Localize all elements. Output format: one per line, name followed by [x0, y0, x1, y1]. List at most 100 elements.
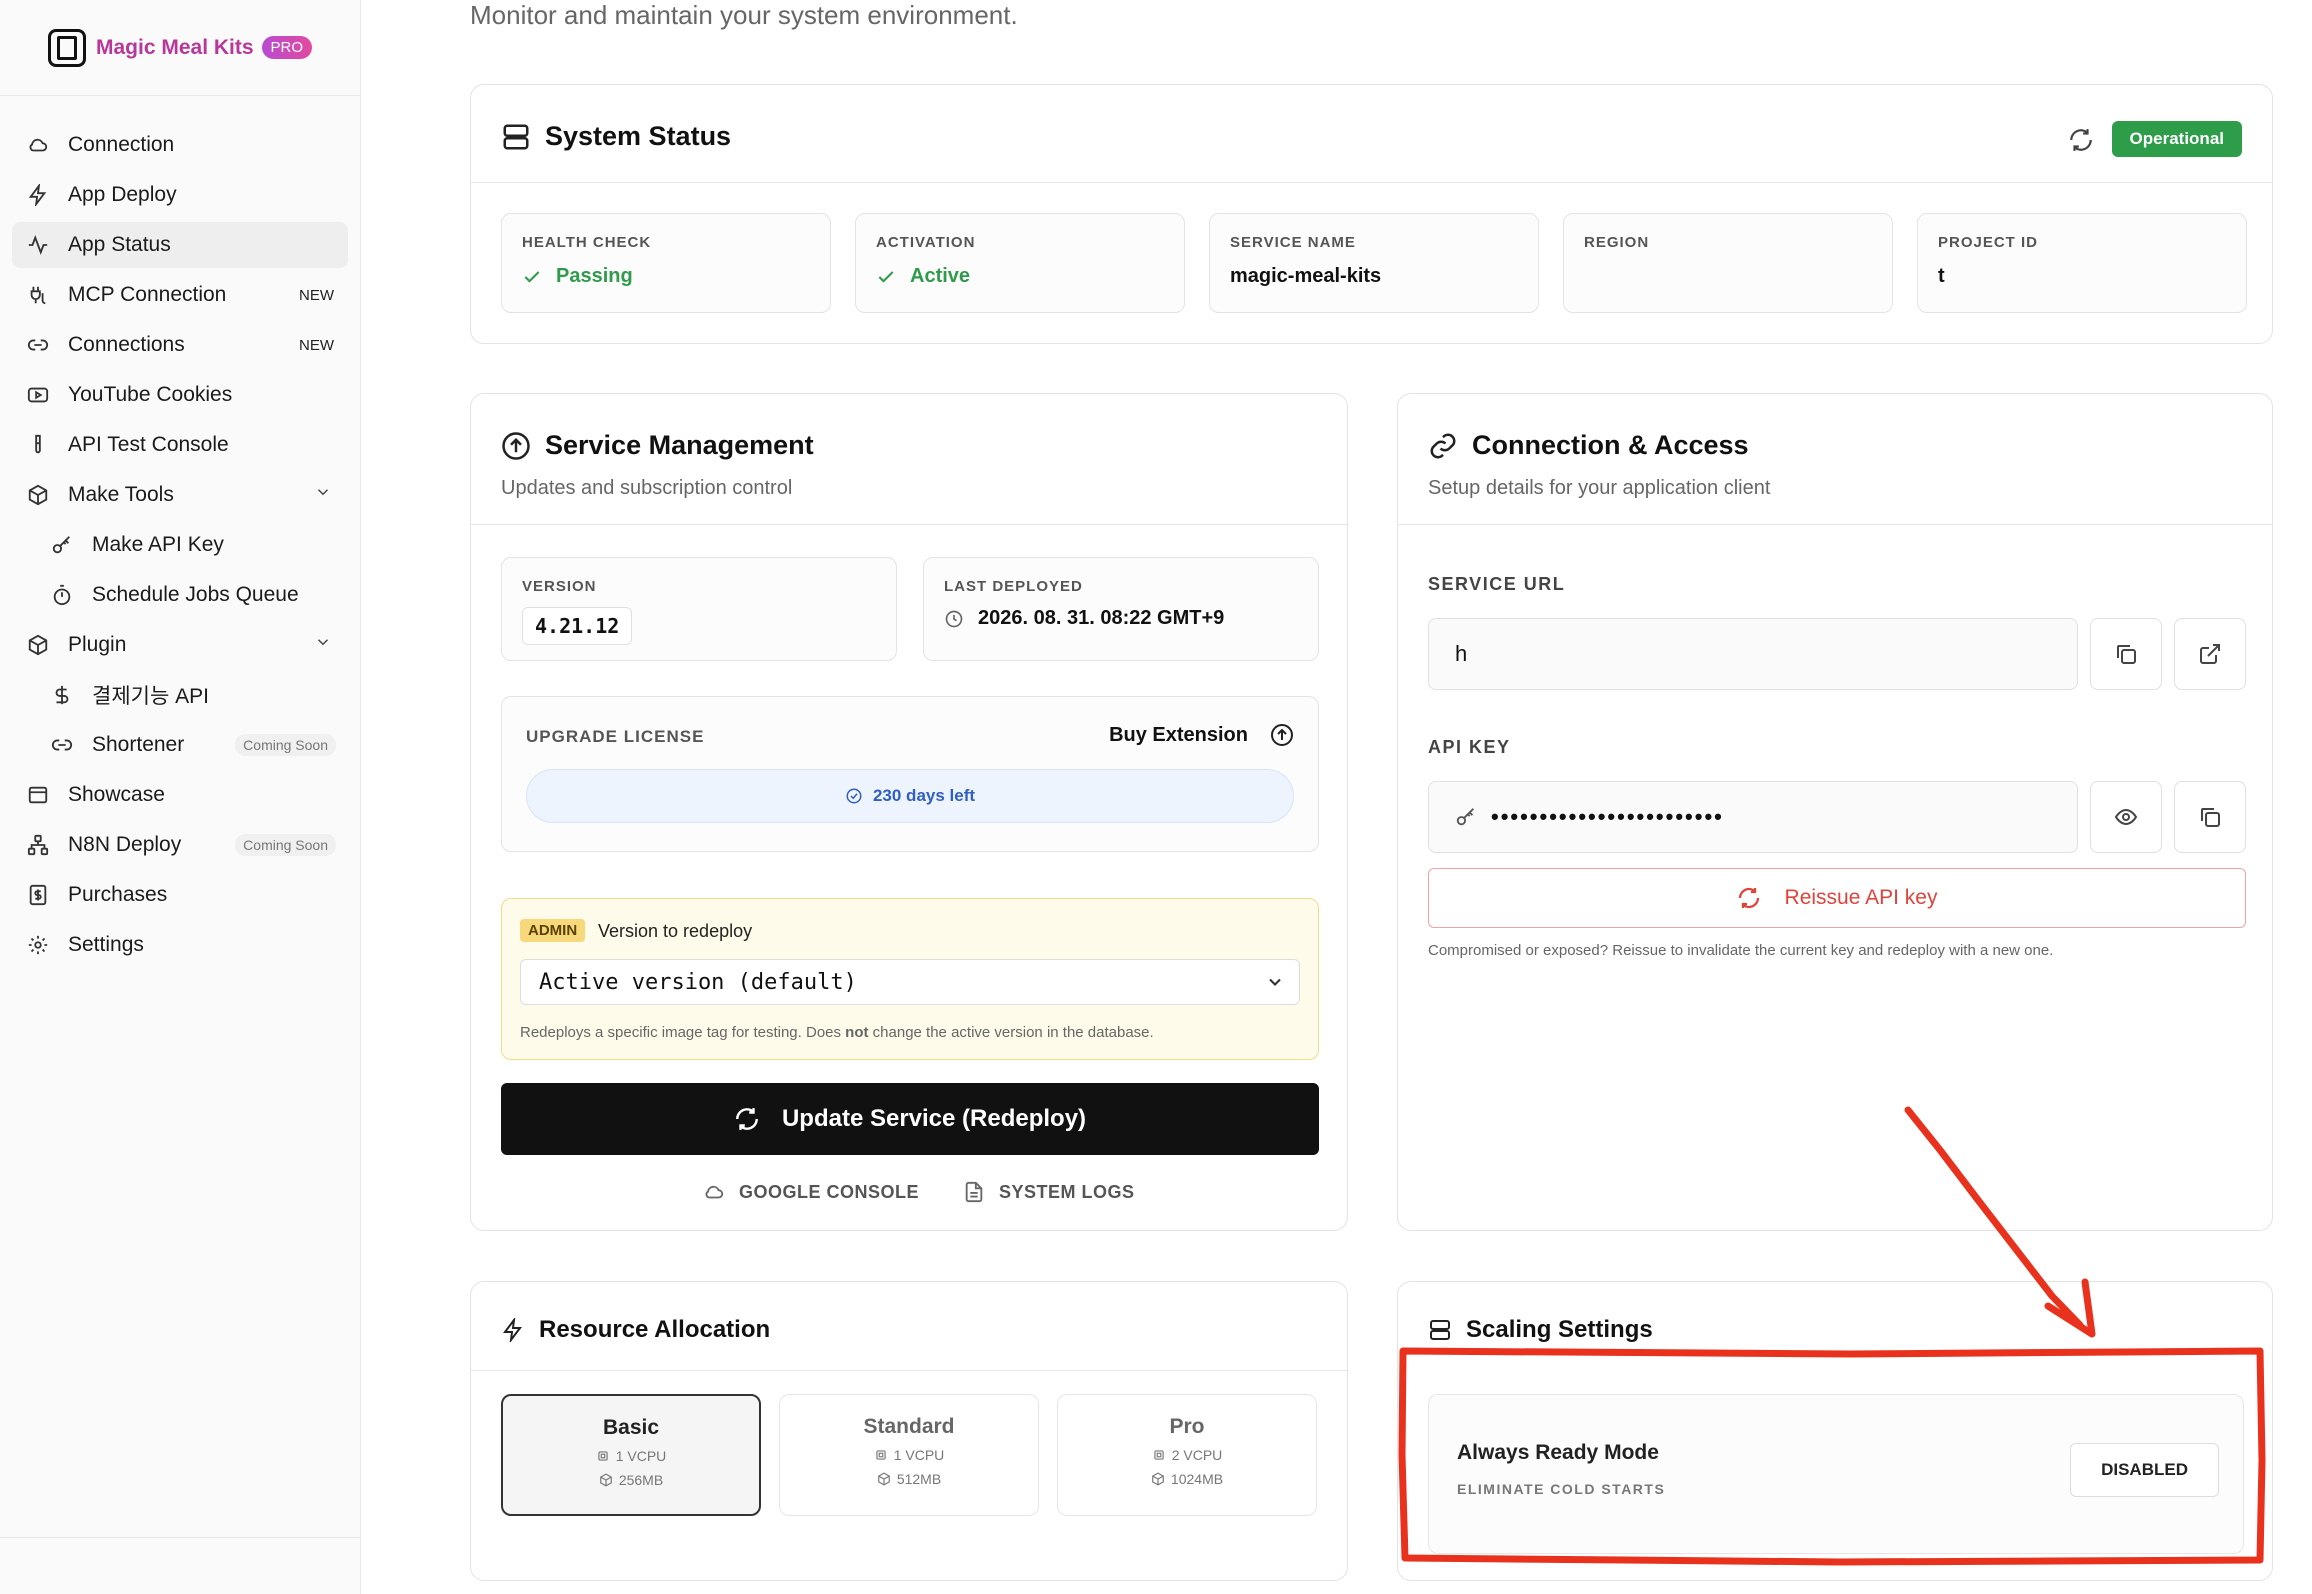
- link-icon: [1430, 433, 1456, 458]
- connection-access-card: Connection & Access Setup details for yo…: [1397, 393, 2273, 1231]
- dollar-icon: [50, 683, 74, 707]
- youtube-icon: [26, 383, 50, 407]
- chevron-down-icon[interactable]: [314, 483, 332, 507]
- reissue-api-key-button[interactable]: Reissue API key: [1428, 868, 2246, 928]
- stat-label: ACTIVATION: [876, 234, 976, 251]
- sidebar-item-label: YouTube Cookies: [68, 383, 233, 406]
- reissue-note: Compromised or exposed? Reissue to inval…: [1428, 942, 2054, 959]
- stat-activation: ACTIVATION Active: [855, 213, 1185, 313]
- buy-extension-link[interactable]: Buy Extension: [1109, 723, 1294, 747]
- tier-basic[interactable]: Basic 1 VCPU 256MB: [501, 1394, 761, 1516]
- brand-name: Magic Meal Kits: [96, 35, 254, 59]
- admin-redeploy-box: ADMIN Version to redeploy Active version…: [501, 898, 1319, 1060]
- key-icon: [1456, 808, 1474, 826]
- bolt-icon: [26, 183, 50, 207]
- sidebar-item-label: API Test Console: [68, 433, 229, 456]
- stat-health-check: HEALTH CHECK Passing: [501, 213, 831, 313]
- last-deployed-row: 2026. 08. 31. 08:22 GMT+9: [944, 607, 1298, 630]
- copy-key-button[interactable]: [2174, 781, 2246, 853]
- card-title: System Status: [501, 121, 731, 152]
- redeploy-note-a: Redeploys a specific image tag for testi…: [520, 1024, 846, 1041]
- sidebar-item-make-tools[interactable]: Make Tools: [12, 472, 348, 518]
- refresh-icon[interactable]: [2068, 127, 2094, 158]
- divider: [471, 1370, 1347, 1371]
- pro-badge: PRO: [261, 36, 313, 59]
- redeploy-note: Redeploys a specific image tag for testi…: [520, 1024, 1154, 1041]
- check-icon: [878, 270, 894, 283]
- sidebar-footer-divider: [0, 1537, 360, 1538]
- always-ready-toggle-button[interactable]: DISABLED: [2070, 1443, 2219, 1497]
- system-logs-link[interactable]: SYSTEM LOGS: [963, 1181, 1135, 1203]
- sidebar-item-n8n-deploy[interactable]: N8N Deploy Coming Soon: [12, 822, 348, 868]
- brand[interactable]: Magic Meal Kits PRO: [0, 0, 360, 96]
- stat-region: REGION: [1563, 213, 1893, 313]
- coming-soon-badge: Coming Soon: [235, 734, 336, 756]
- upload-circle-icon: [1271, 724, 1293, 746]
- test-tube-icon: [26, 433, 50, 457]
- sidebar-item-schedule-jobs-queue[interactable]: Schedule Jobs Queue: [12, 572, 348, 618]
- system-status-title: System Status: [545, 121, 732, 151]
- sidebar-item-connection[interactable]: Connection: [12, 122, 348, 168]
- box-icon: [877, 1472, 890, 1486]
- version-label: VERSION: [522, 578, 597, 595]
- tier-name: Pro: [1169, 1415, 1205, 1438]
- sidebar-item-app-status[interactable]: App Status: [12, 222, 348, 268]
- health-value: Passing: [556, 265, 633, 287]
- open-url-button[interactable]: [2174, 618, 2246, 690]
- tier-cpu-value: 2 VCPU: [1171, 1447, 1223, 1463]
- link-icon: [50, 733, 74, 757]
- upload-circle-icon: [502, 431, 530, 460]
- sidebar-item-settings[interactable]: Settings: [12, 922, 348, 968]
- update-service-button[interactable]: Update Service (Redeploy): [501, 1083, 1319, 1155]
- service-url-field[interactable]: h: [1428, 618, 2078, 690]
- card-header: Connection & Access Setup details for yo…: [1428, 430, 1770, 500]
- tier-name: Basic: [602, 1416, 660, 1439]
- sidebar-item-youtube-cookies[interactable]: YouTube Cookies: [12, 372, 348, 418]
- sidebar-item-connections[interactable]: Connections NEW: [12, 322, 348, 368]
- toggle-key-visibility-button[interactable]: [2090, 781, 2162, 853]
- new-badge: NEW: [299, 286, 334, 304]
- copy-icon: [2201, 808, 2220, 827]
- google-console-link[interactable]: GOOGLE CONSOLE: [703, 1181, 919, 1203]
- tier-standard[interactable]: Standard 1 VCPU 512MB: [779, 1394, 1039, 1516]
- cloud-icon: [26, 133, 50, 157]
- window-icon: [26, 783, 50, 807]
- scaling-settings-title: Scaling Settings: [1466, 1316, 1653, 1343]
- tier-mem: 1024MB: [1058, 1471, 1316, 1487]
- version-select[interactable]: Active version (default): [520, 959, 1300, 1005]
- chevron-down-icon[interactable]: [314, 633, 332, 657]
- sidebar-item-label: 결제기능 API: [92, 685, 209, 708]
- copy-icon: [2117, 645, 2136, 664]
- sidebar-item-label: Schedule Jobs Queue: [92, 583, 299, 606]
- sidebar-item-mcp-connection[interactable]: MCP Connection NEW: [12, 272, 348, 318]
- api-key-field[interactable]: ••••••••••••••••••••••••: [1428, 781, 2078, 853]
- card-header: Service Management Updates and subscript…: [501, 430, 814, 500]
- divider: [471, 524, 1347, 525]
- resource-allocation-card: Resource Allocation Basic 1 VCPU 256MB S…: [470, 1281, 1348, 1581]
- server-icon: [1430, 1320, 1450, 1340]
- sidebar-item-make-api-key[interactable]: Make API Key: [12, 522, 348, 568]
- card-title: Scaling Settings: [1428, 1316, 1653, 1344]
- sidebar-item-payment-api[interactable]: 결제기능 API: [12, 672, 348, 718]
- tier-pro[interactable]: Pro 2 VCPU 1024MB: [1057, 1394, 1317, 1516]
- sidebar-item-app-deploy[interactable]: App Deploy: [12, 172, 348, 218]
- sidebar-item-api-test-console[interactable]: API Test Console: [12, 422, 348, 468]
- cpu-icon: [598, 1451, 608, 1461]
- copy-url-button[interactable]: [2090, 618, 2162, 690]
- admin-tag: ADMIN: [520, 919, 586, 942]
- sidebar-item-purchases[interactable]: Purchases: [12, 872, 348, 918]
- receipt-icon: [26, 883, 50, 907]
- sidebar-item-label: Connections: [68, 333, 185, 356]
- box-icon: [1152, 1472, 1164, 1486]
- sidebar-item-showcase[interactable]: Showcase: [12, 772, 348, 818]
- sidebar-item-plugin[interactable]: Plugin: [12, 622, 348, 668]
- api-key-value: ••••••••••••••••••••••••: [1491, 804, 1724, 829]
- last-deployed-box: LAST DEPLOYED 2026. 08. 31. 08:22 GMT+9: [923, 557, 1319, 661]
- sidebar-item-label: Shortener: [92, 733, 185, 756]
- sidebar-item-shortener[interactable]: Shortener Coming Soon: [12, 722, 348, 768]
- stat-value: Passing: [522, 265, 810, 288]
- cpu-icon: [1154, 1450, 1164, 1460]
- logo-icon: [48, 28, 86, 67]
- card-title: Connection & Access: [1428, 430, 1770, 461]
- sidebar-item-label: App Deploy: [68, 183, 177, 206]
